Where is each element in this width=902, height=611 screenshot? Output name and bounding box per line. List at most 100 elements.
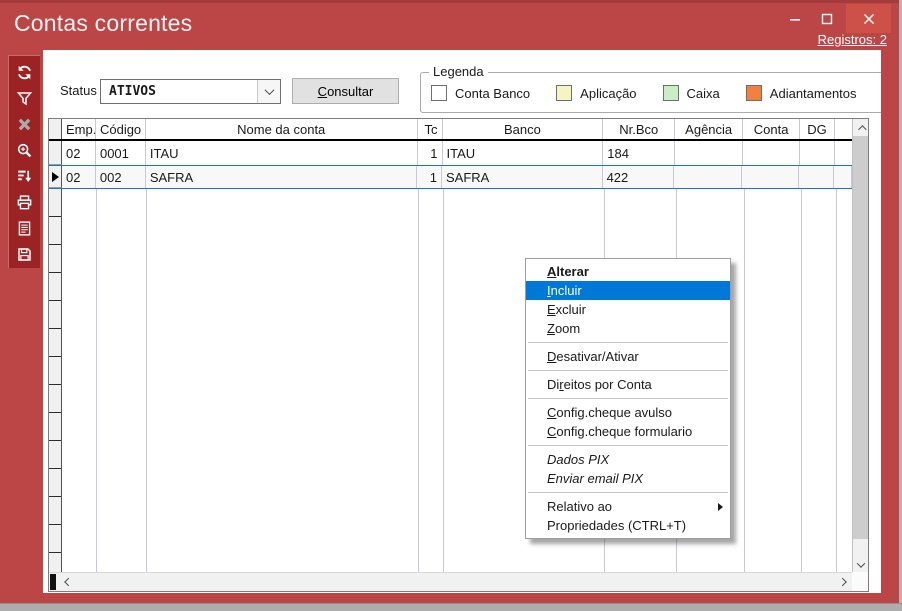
maximize-button[interactable] bbox=[812, 4, 842, 33]
table-cell[interactable] bbox=[835, 141, 853, 165]
grid-column-header[interactable]: Nome da conta bbox=[146, 119, 418, 139]
row-selector-cell[interactable] bbox=[49, 245, 61, 273]
table-cell[interactable] bbox=[799, 166, 834, 188]
grid-column-line bbox=[744, 189, 745, 573]
row-selector-cell[interactable] bbox=[49, 385, 61, 413]
scroll-up-button[interactable] bbox=[853, 119, 868, 136]
toolbar-filter-button[interactable] bbox=[10, 85, 40, 111]
registros-link[interactable]: Registros: 2 bbox=[818, 32, 887, 47]
row-selector-cell[interactable] bbox=[49, 553, 61, 573]
table-cell[interactable] bbox=[742, 166, 799, 188]
row-selector-cell[interactable] bbox=[49, 413, 61, 441]
table-cell[interactable]: 1 bbox=[418, 141, 443, 165]
table-cell[interactable] bbox=[800, 141, 835, 165]
legend-checkbox[interactable] bbox=[556, 85, 572, 101]
legend-checkbox[interactable] bbox=[746, 85, 762, 101]
grid-column-header[interactable]: Banco bbox=[443, 119, 604, 139]
menu-item-relativo-ao[interactable]: Relativo ao bbox=[526, 497, 730, 516]
grid-column-header[interactable]: Conta bbox=[743, 119, 800, 139]
scroll-down-button[interactable] bbox=[853, 556, 868, 573]
table-cell[interactable] bbox=[674, 166, 742, 188]
table-cell[interactable]: 002 bbox=[96, 166, 146, 188]
table-cell[interactable]: ITAU bbox=[443, 141, 604, 165]
row-selector-cell[interactable] bbox=[49, 166, 62, 188]
table-cell[interactable]: SAFRA bbox=[146, 166, 417, 188]
row-selector-cell[interactable] bbox=[49, 141, 62, 165]
page-title: Contas correntes bbox=[14, 10, 192, 37]
horizontal-scrollbar-thumb[interactable] bbox=[50, 574, 56, 590]
scroll-left-button[interactable] bbox=[58, 573, 75, 591]
menu-item-propriedades-ctrl-t[interactable]: Propriedades (CTRL+T) bbox=[526, 516, 730, 535]
legend-items: Conta BancoAplicaçãoCaixaAdiantamentosDe… bbox=[431, 85, 881, 101]
chevron-right-icon bbox=[838, 578, 846, 586]
grid-column-header[interactable]: Código bbox=[96, 119, 146, 139]
row-selector-cell[interactable] bbox=[49, 357, 61, 385]
status-combobox[interactable]: ATIVOS bbox=[100, 79, 281, 104]
row-selector-cell[interactable] bbox=[49, 497, 61, 525]
toolbar-save-button[interactable] bbox=[10, 241, 40, 267]
titlebar-top-edge bbox=[0, 0, 899, 3]
table-cell[interactable]: 1 bbox=[417, 166, 442, 188]
scroll-right-button[interactable] bbox=[835, 573, 852, 591]
row-selector-cell[interactable] bbox=[49, 189, 61, 217]
legend-item-2: Aplicação bbox=[556, 85, 636, 101]
toolbar-refresh-button[interactable] bbox=[10, 59, 40, 85]
table-cell[interactable]: 184 bbox=[603, 141, 675, 165]
table-cell[interactable]: 02 bbox=[62, 166, 96, 188]
table-row[interactable]: 020001ITAU1ITAU184 bbox=[49, 141, 853, 165]
table-cell[interactable] bbox=[834, 166, 852, 188]
grid-column-header[interactable]: DG bbox=[800, 119, 835, 139]
menu-item-desativar-ativar[interactable]: Desativar/Ativar bbox=[526, 347, 730, 366]
grid-column-header[interactable] bbox=[835, 119, 853, 139]
minimize-button[interactable] bbox=[780, 4, 810, 33]
table-cell[interactable]: 0001 bbox=[96, 141, 146, 165]
menu-item-config-cheque-avulso[interactable]: Config.cheque avulso bbox=[526, 403, 730, 422]
toolbar-zoom-button[interactable] bbox=[10, 137, 40, 163]
horizontal-scrollbar[interactable] bbox=[49, 572, 853, 591]
vertical-scrollbar-thumb[interactable] bbox=[853, 136, 868, 539]
chevron-left-icon bbox=[64, 578, 72, 586]
refresh-icon bbox=[16, 64, 33, 81]
legend-checkbox[interactable] bbox=[431, 85, 447, 101]
toolbar-delete-button[interactable] bbox=[10, 111, 40, 137]
menu-item-alterar[interactable]: Alterar bbox=[526, 262, 730, 281]
row-selector-cell[interactable] bbox=[49, 273, 61, 301]
table-cell[interactable]: ITAU bbox=[146, 141, 418, 165]
table-cell[interactable] bbox=[675, 141, 743, 165]
menu-item-excluir[interactable]: Excluir bbox=[526, 300, 730, 319]
bottom-frame bbox=[0, 593, 899, 603]
row-selector-cell[interactable] bbox=[49, 217, 61, 245]
menu-item-config-cheque-formulario[interactable]: Config.cheque formulario bbox=[526, 422, 730, 441]
consultar-button[interactable]: Consultar bbox=[292, 78, 399, 104]
row-selector-cell[interactable] bbox=[49, 469, 61, 497]
menu-item-dados-pix[interactable]: Dados PIX bbox=[526, 450, 730, 469]
menu-item-enviar-email-pix[interactable]: Enviar email PIX bbox=[526, 469, 730, 488]
close-button[interactable] bbox=[846, 4, 891, 33]
toolbar-print-button[interactable] bbox=[10, 189, 40, 215]
grid-column-header[interactable]: Emp. bbox=[62, 119, 96, 139]
titlebar: Contas correntes Registros: 2 bbox=[0, 0, 899, 50]
vertical-scrollbar[interactable] bbox=[852, 119, 868, 573]
menu-item-direitos-por-conta[interactable]: Direitos por Conta bbox=[526, 375, 730, 394]
row-selector-cell[interactable] bbox=[49, 329, 61, 357]
grid-column-header[interactable]: Tc bbox=[418, 119, 443, 139]
accounts-grid: Emp.CódigoNome da contaTcBancoNr.BcoAgên… bbox=[48, 118, 869, 592]
table-cell[interactable] bbox=[743, 141, 800, 165]
menu-item-zoom[interactable]: Zoom bbox=[526, 319, 730, 338]
toolbar-report-button[interactable] bbox=[10, 215, 40, 241]
toolbar-sort-button[interactable] bbox=[10, 163, 40, 189]
right-frame bbox=[881, 50, 899, 603]
combobox-dropdown-button[interactable] bbox=[257, 80, 280, 103]
legend-checkbox[interactable] bbox=[663, 85, 679, 101]
table-cell[interactable]: 02 bbox=[62, 141, 96, 165]
grid-column-line bbox=[146, 189, 147, 573]
grid-column-header[interactable]: Agência bbox=[675, 119, 743, 139]
table-row[interactable]: 02002SAFRA1SAFRA422 bbox=[49, 165, 853, 189]
grid-column-header[interactable]: Nr.Bco bbox=[603, 119, 675, 139]
table-cell[interactable]: 422 bbox=[603, 166, 675, 188]
row-selector-cell[interactable] bbox=[49, 301, 61, 329]
row-selector-cell[interactable] bbox=[49, 441, 61, 469]
table-cell[interactable]: SAFRA bbox=[442, 166, 603, 188]
menu-item-incluir[interactable]: Incluir bbox=[526, 281, 730, 300]
row-selector-cell[interactable] bbox=[49, 525, 61, 553]
